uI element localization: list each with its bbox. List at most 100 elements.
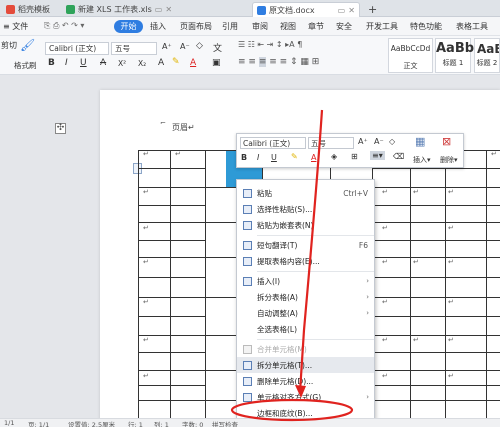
paragraph-mark: ↵ (143, 188, 149, 196)
xls-icon (66, 5, 75, 14)
phonetic-icon[interactable]: 文 (213, 41, 222, 54)
ctx-paste[interactable]: 粘贴 Ctrl+V (237, 185, 374, 201)
ctx-extract[interactable]: 提取表格内容(E)... (237, 253, 374, 269)
mini-highlight-icon[interactable]: ✎ (291, 152, 298, 161)
mini-shrink-button[interactable]: A⁻ (374, 137, 384, 146)
table-gridline (138, 205, 205, 206)
menu-review[interactable]: 审阅 (252, 21, 268, 32)
status-col: 列: 1 (154, 421, 169, 427)
mini-border-icon[interactable]: ⊞ (351, 152, 358, 161)
ctx-delete-cells[interactable]: 删除单元格(D)... (237, 373, 374, 389)
mini-insert-button[interactable]: 插入▾ (413, 155, 431, 165)
cut-button[interactable]: 剪切 (1, 40, 17, 51)
ctx-paste-nested[interactable]: 粘贴为嵌套表(N) (237, 217, 374, 233)
subscript-button[interactable]: X₂ (138, 59, 146, 68)
context-menu: 粘贴 Ctrl+V 选择性粘贴(S)... 粘贴为嵌套表(N) 短句翻译(T) F6… (236, 179, 375, 419)
text-effect-icon[interactable]: A (158, 58, 164, 68)
menu-file[interactable]: ≡ 文件 (3, 21, 28, 32)
format-painter-icon[interactable]: 🖌 (20, 38, 35, 52)
separator (257, 271, 374, 272)
paragraph-mark: ↵ (143, 258, 149, 266)
font-size-select[interactable]: 五号 (111, 42, 157, 55)
menu-chapter[interactable]: 章节 (308, 21, 324, 32)
menu-start[interactable]: 开始 (114, 20, 143, 33)
table-gridline (138, 352, 205, 353)
paragraph-mark: ↵ (448, 188, 454, 196)
insert-icon (237, 276, 257, 286)
menu-page-layout[interactable]: 页面布局 (180, 21, 212, 32)
paragraph-mark: ↵ (143, 336, 149, 344)
bullet-list-icon[interactable]: ☰ ☷ ⇤ ⇥ ↕ ▸A ¶ (238, 40, 302, 49)
page-header: 页眉↵ (172, 123, 195, 132)
italic-button[interactable]: I (65, 58, 68, 68)
table-move-handle[interactable]: ✣ (55, 123, 66, 134)
ctx-split-table[interactable]: 拆分表格(A) › (237, 289, 374, 305)
ctx-split-cells[interactable]: 拆分单元格(T)... (237, 357, 374, 373)
table-gridline (372, 277, 500, 278)
table-gridline (372, 205, 500, 206)
char-border-icon[interactable]: ▣ (212, 58, 221, 68)
mini-align-icon[interactable]: ≡▾ (370, 151, 385, 160)
mini-bold-button[interactable]: B (241, 153, 247, 162)
status-line: 行: 1 (128, 421, 143, 427)
quick-access-icons[interactable]: ⎘ ⎙ ↶ ↷ ▾ (44, 21, 84, 31)
menu-view[interactable]: 视图 (280, 21, 296, 32)
tab-template[interactable]: 稻壳模板 (2, 2, 54, 17)
close-icon[interactable]: ✕ (348, 6, 355, 15)
monitor-icon: ▭ (154, 5, 163, 14)
ctx-insert[interactable]: 插入(I) › (237, 273, 374, 289)
tab-docx[interactable]: 原文档.docx ▭ ✕ (252, 2, 360, 17)
tab-xls[interactable]: 新建 XLS 工作表.xls ▭ ✕ (62, 2, 176, 17)
crop-mark: ⌐ (160, 119, 166, 127)
font-color-icon[interactable]: A (190, 58, 196, 68)
menu-insert[interactable]: 插入 (150, 21, 166, 32)
split-icon (237, 360, 257, 370)
shrink-font-button[interactable]: A⁻ (180, 42, 190, 51)
mini-delete-button[interactable]: 删除▾ (440, 155, 458, 165)
mini-size-select[interactable]: 五号 (308, 137, 354, 149)
mini-clear-icon[interactable]: ◇ (389, 137, 395, 146)
separator (257, 235, 374, 236)
mini-shading-icon[interactable]: ◈ (331, 152, 337, 161)
menu-reference[interactable]: 引用 (222, 21, 238, 32)
mini-eraser-icon[interactable]: ⌫ (393, 152, 404, 161)
table-gridline (138, 168, 205, 169)
ctx-paste-special[interactable]: 选择性粘贴(S)... (237, 201, 374, 217)
underline-button[interactable]: U (80, 58, 87, 68)
style-normal[interactable]: AaBbCcDd 正文 (388, 38, 433, 73)
status-spellcheck[interactable]: 拼写检查 (212, 419, 238, 427)
mini-font-select[interactable]: Calibri (正文) (240, 137, 306, 149)
align-icons[interactable]: ≡ ≡ ≡ ≡ ≡ ⇕ ▦ ⊞ (238, 57, 319, 67)
menu-security[interactable]: 安全 (336, 21, 352, 32)
extract-icon (237, 256, 257, 266)
ctx-autofit[interactable]: 自动调整(A) › (237, 305, 374, 321)
bold-button[interactable]: B (48, 58, 55, 68)
ctx-merge-cells[interactable]: 合并单元格(M) (237, 341, 374, 357)
highlight-icon[interactable]: ✎ (172, 57, 180, 67)
paragraph-mark: ↵ (382, 258, 388, 266)
ctx-select-table[interactable]: 全选表格(L) (237, 321, 374, 337)
menu-special[interactable]: 特色功能 (410, 21, 442, 32)
mini-grow-button[interactable]: A⁺ (358, 137, 368, 146)
grow-font-button[interactable]: A⁺ (162, 42, 172, 51)
ctx-translate[interactable]: 短句翻译(T) F6 (237, 237, 374, 253)
strike-button[interactable]: A (100, 58, 106, 68)
new-tab-button[interactable]: + (364, 2, 381, 17)
template-icon (6, 5, 15, 14)
table-gridline (138, 240, 205, 241)
menu-dev[interactable]: 开发工具 (366, 21, 398, 32)
superscript-button[interactable]: X² (118, 59, 126, 68)
mini-font-color-icon[interactable]: A (311, 153, 316, 162)
monitor-icon: ▭ (337, 5, 346, 15)
menu-table-tools[interactable]: 表格工具 (456, 21, 488, 32)
mini-underline-button[interactable]: U (271, 153, 277, 162)
style-heading1[interactable]: AaBb 标题 1 (435, 38, 474, 73)
close-icon[interactable]: ✕ (165, 5, 172, 14)
clear-format-icon[interactable]: ◇ (196, 41, 203, 51)
paragraph-mark: ↵ (448, 372, 454, 380)
font-name-select[interactable]: Calibri (正文) (45, 42, 109, 55)
ctx-cell-align[interactable]: 单元格对齐方式(G) › (237, 389, 374, 405)
style-heading2[interactable]: AaBb 标题 2 (474, 38, 500, 73)
mini-italic-button[interactable]: I (257, 153, 259, 162)
format-painter-button[interactable]: 格式刷 (14, 60, 37, 71)
